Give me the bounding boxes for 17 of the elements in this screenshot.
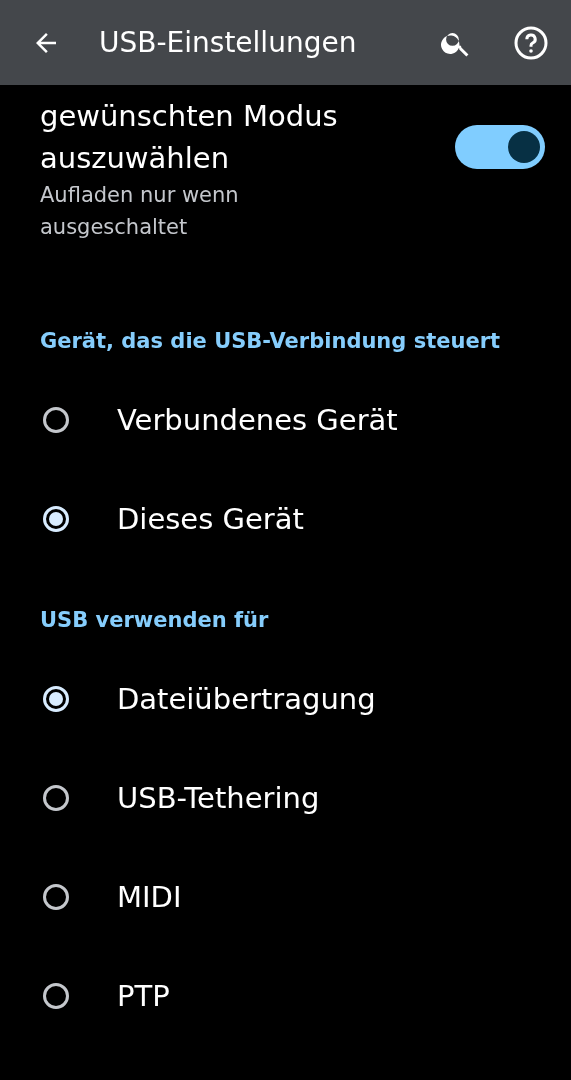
radio-button[interactable] [43, 982, 69, 1009]
setting-title: gewünschten Modus auszuwählen [40, 98, 339, 177]
setting-summary: Aufladen nur wenn ausgeschaltet [40, 182, 240, 241]
screen-title: USB-Einstellungen [99, 26, 358, 59]
option-label[interactable]: Dieses Gerät [117, 501, 304, 536]
option-label[interactable]: Dateiübertragung [117, 681, 376, 716]
option-label[interactable]: USB-Tethering [117, 780, 320, 815]
radio-button[interactable] [43, 883, 69, 910]
toggle-switch[interactable] [455, 125, 545, 169]
section-header: USB verwenden für [40, 608, 269, 632]
help-icon[interactable] [513, 24, 549, 61]
section-header: Gerät, das die USB-Verbindung steuert [40, 329, 501, 353]
radio-button[interactable] [43, 784, 69, 811]
radio-button[interactable] [43, 406, 69, 433]
option-label[interactable]: MIDI [117, 879, 182, 914]
option-label[interactable]: PTP [117, 978, 170, 1013]
option-label[interactable]: Verbundenes Gerät [117, 402, 398, 437]
